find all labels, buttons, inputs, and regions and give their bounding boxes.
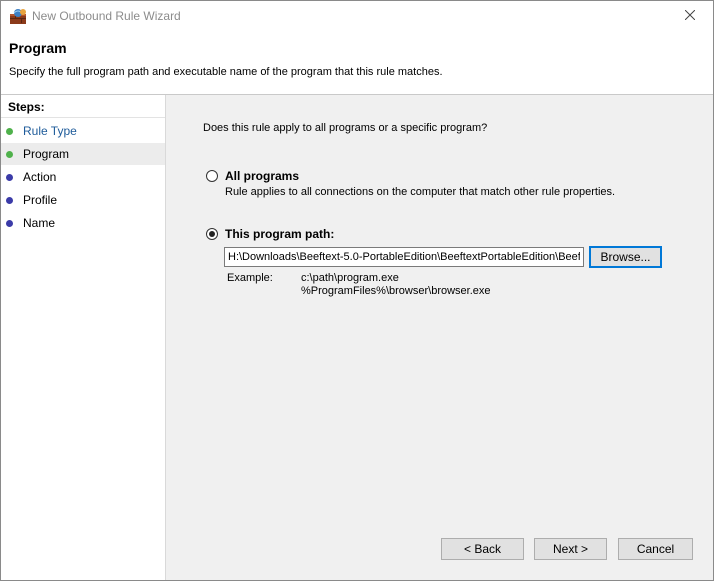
cancel-button[interactable]: Cancel: [618, 538, 693, 560]
main-content: Does this rule apply to all programs or …: [166, 95, 713, 580]
page-subtitle: Specify the full program path and execut…: [9, 66, 443, 78]
page-title: Program: [9, 40, 67, 56]
step-name[interactable]: Name: [1, 212, 165, 234]
program-path-input[interactable]: [224, 247, 584, 267]
all-programs-description: Rule applies to all connections on the c…: [225, 186, 616, 198]
steps-title: Steps:: [8, 100, 45, 114]
example-path-2: %ProgramFiles%\browser\browser.exe: [301, 285, 491, 297]
wizard-window: New Outbound Rule Wizard Program Specify…: [0, 0, 714, 581]
step-program[interactable]: Program: [1, 143, 165, 165]
scope-question: Does this rule apply to all programs or …: [203, 122, 488, 134]
wizard-header: Program Specify the full program path an…: [1, 32, 713, 94]
program-path-radio[interactable]: [206, 228, 218, 240]
step-profile[interactable]: Profile: [1, 189, 165, 211]
step-action[interactable]: Action: [1, 166, 165, 188]
firewall-app-icon: [9, 8, 27, 25]
step-label: Program: [23, 147, 70, 161]
step-status-icon: [6, 196, 13, 204]
step-status-icon: [6, 150, 13, 158]
steps-panel: Steps: Rule Type Program Action Profile …: [1, 95, 166, 580]
program-path-label[interactable]: This program path:: [225, 227, 334, 241]
next-button[interactable]: Next >: [534, 538, 607, 560]
close-icon: [684, 9, 696, 23]
steps-divider: [1, 117, 165, 118]
all-programs-label[interactable]: All programs: [225, 169, 299, 183]
step-label: Rule Type: [23, 124, 77, 138]
example-label: Example:: [227, 272, 273, 284]
step-status-icon: [6, 173, 13, 181]
title-bar: New Outbound Rule Wizard: [1, 1, 713, 32]
back-button[interactable]: < Back: [441, 538, 524, 560]
browse-button[interactable]: Browse...: [589, 246, 662, 268]
all-programs-radio[interactable]: [206, 170, 218, 182]
close-button[interactable]: [667, 1, 713, 31]
step-rule-type[interactable]: Rule Type: [1, 120, 165, 142]
example-path-1: c:\path\program.exe: [301, 272, 399, 284]
step-label: Name: [23, 216, 56, 230]
step-status-icon: [6, 127, 13, 135]
step-label: Action: [23, 170, 57, 184]
step-label: Profile: [23, 193, 58, 207]
window-title: New Outbound Rule Wizard: [32, 9, 181, 23]
step-status-icon: [6, 219, 13, 227]
